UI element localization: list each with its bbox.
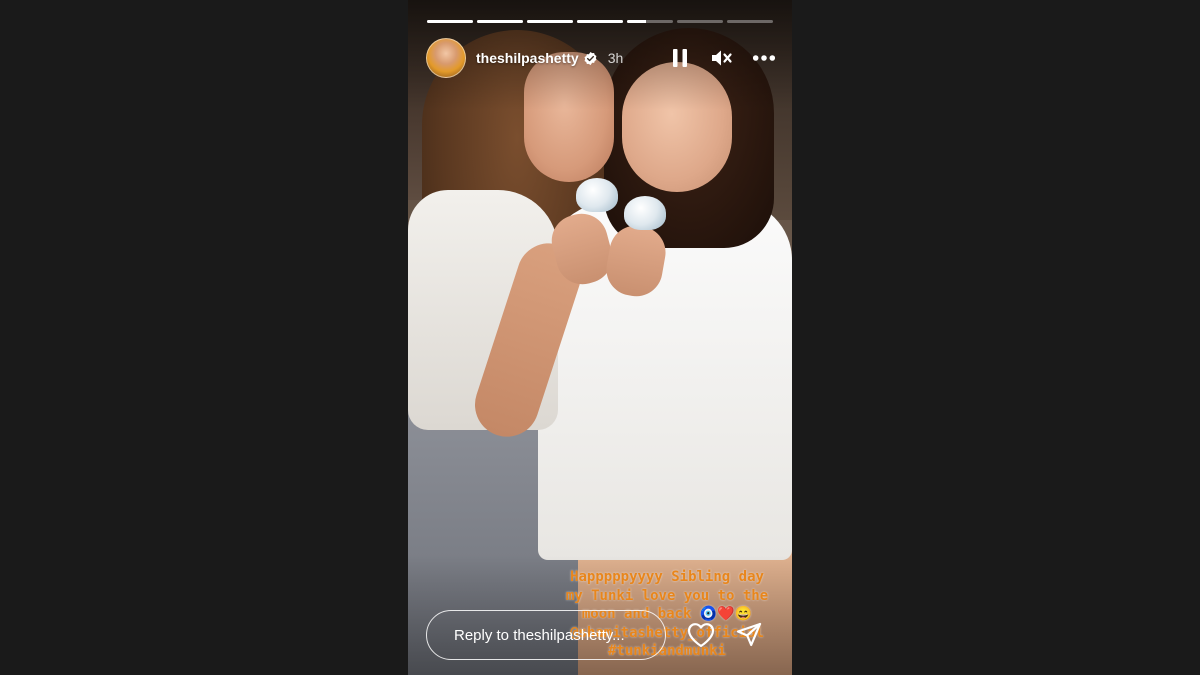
more-options-button[interactable]: [752, 46, 776, 70]
caption-line: my Tunki love you to the: [565, 587, 769, 604]
progress-segment-fill: [577, 20, 623, 23]
progress-segment: [577, 20, 623, 23]
muted-speaker-icon: [712, 50, 732, 66]
username-link[interactable]: theshilpashetty: [476, 50, 579, 66]
share-button[interactable]: [734, 620, 764, 650]
pause-button[interactable]: [668, 46, 692, 70]
caption-line: Happpppyyyy Sibling day: [570, 569, 764, 585]
progress-segment: [427, 20, 473, 23]
progress-segment: [527, 20, 573, 23]
progress-segment: [677, 20, 723, 23]
story-controls: [668, 46, 776, 70]
story-viewer: theshilpashetty 3h Happpppyyyy Sibling d…: [0, 0, 1200, 675]
story-header: theshilpashetty 3h: [426, 38, 776, 78]
progress-segment-fill: [527, 20, 573, 23]
progress-segment-fill: [477, 20, 523, 23]
progress-segment: [727, 20, 773, 23]
progress-segment: [627, 20, 673, 23]
photo-treat-left: [576, 178, 618, 212]
mute-button[interactable]: [710, 46, 734, 70]
progress-segment-fill: [627, 20, 647, 23]
like-button[interactable]: [686, 620, 716, 650]
story-progress-bar: [427, 20, 773, 23]
reply-input[interactable]: [452, 625, 656, 645]
photo-treat-right: [624, 196, 666, 230]
post-time: 3h: [607, 50, 624, 66]
heart-icon: [687, 623, 715, 648]
verified-badge-icon: [584, 51, 597, 65]
reply-box[interactable]: [426, 610, 666, 660]
progress-segment: [477, 20, 523, 23]
avatar[interactable]: [426, 38, 466, 78]
pause-icon: [673, 49, 687, 67]
more-options-icon: [752, 55, 776, 61]
send-icon: [736, 622, 762, 647]
story-frame[interactable]: theshilpashetty 3h Happpppyyyy Sibling d…: [408, 0, 792, 675]
progress-segment-fill: [427, 20, 473, 23]
